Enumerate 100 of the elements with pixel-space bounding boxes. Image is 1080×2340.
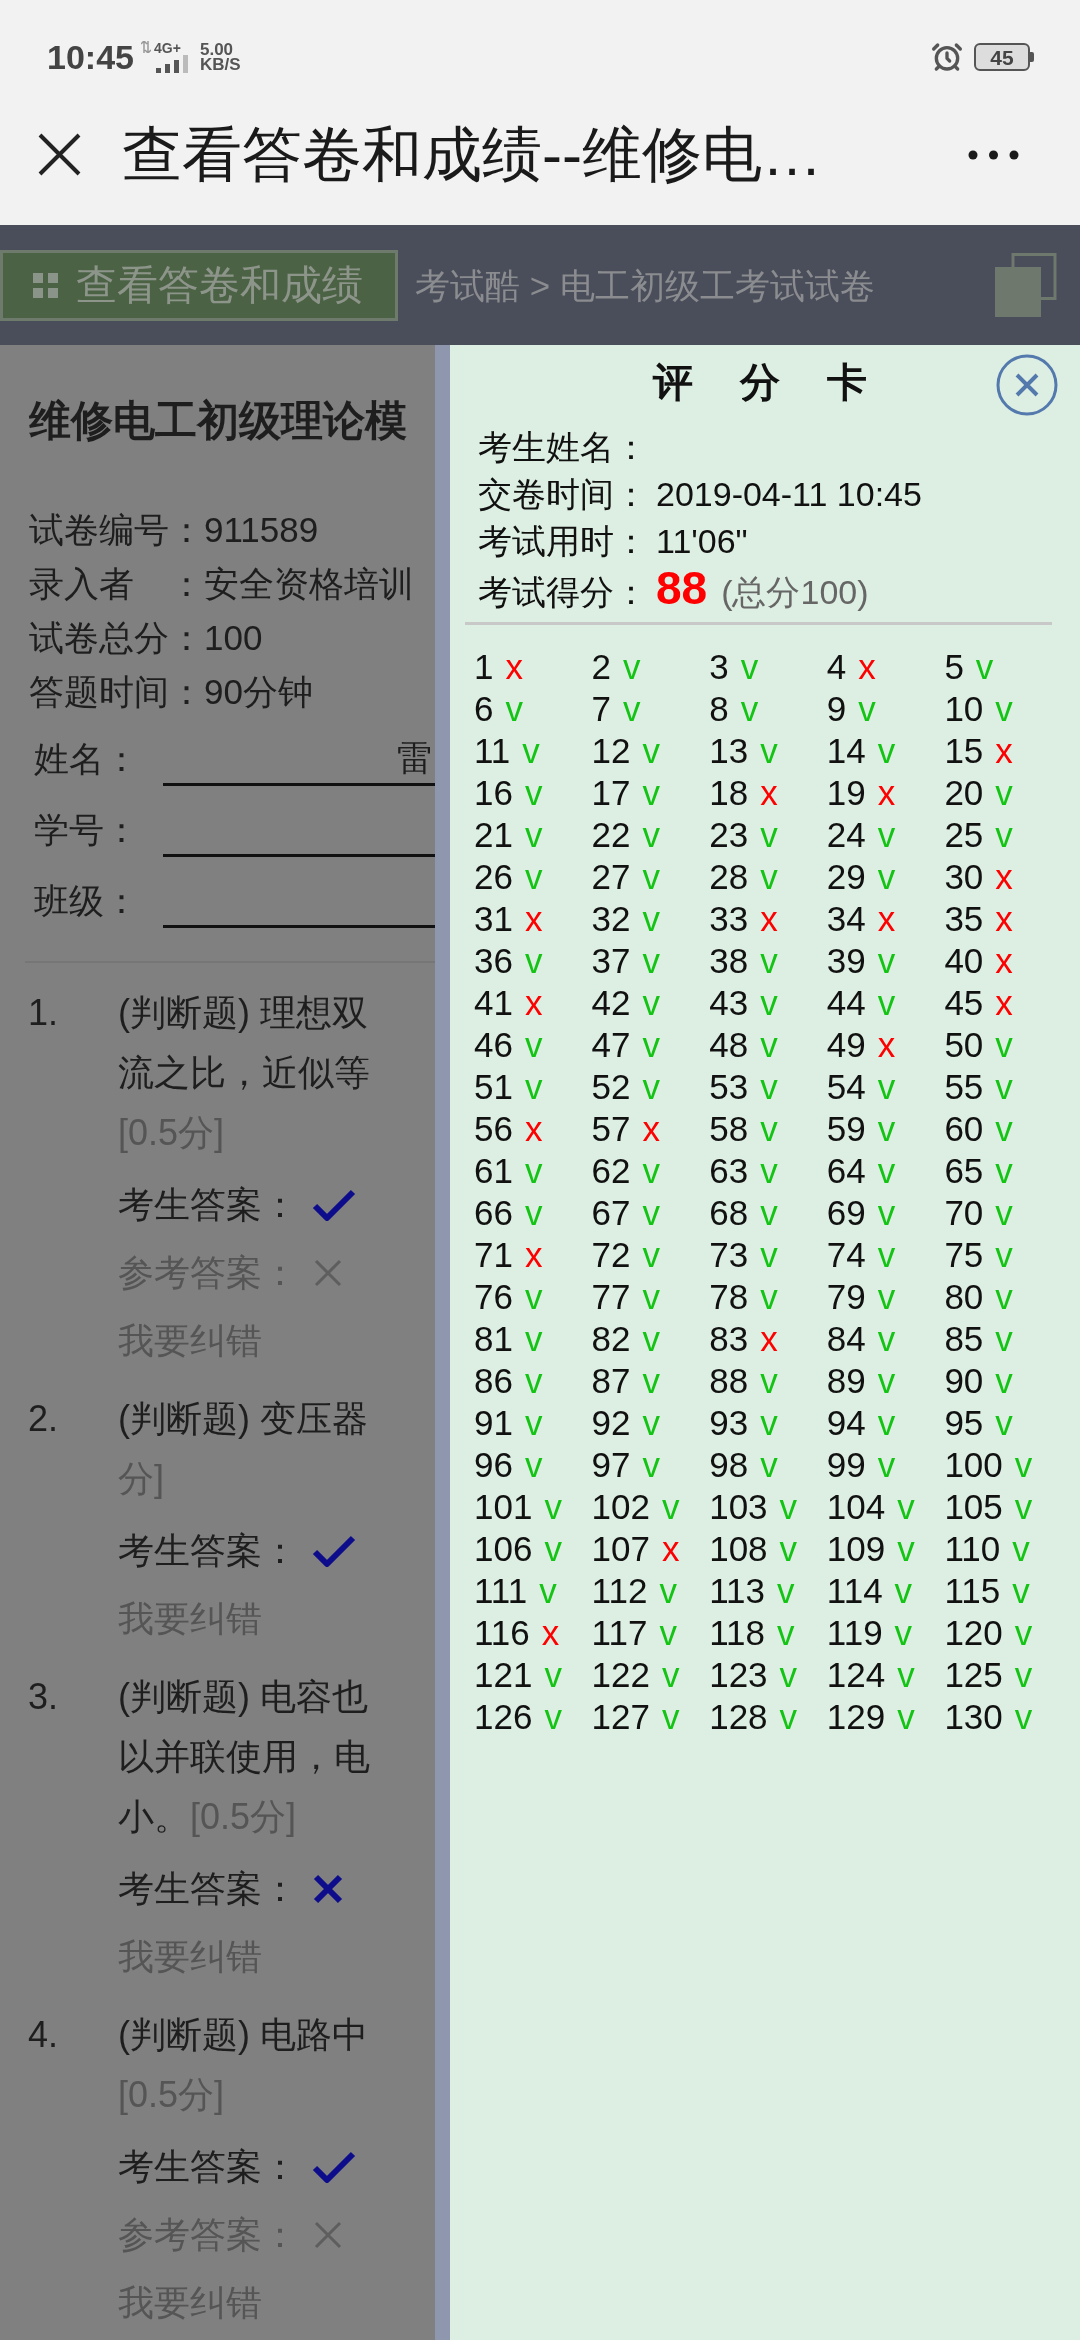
question-number: 58 [709, 1110, 749, 1146]
result-mark: v [740, 690, 759, 726]
question-number: 44 [826, 984, 866, 1020]
view-results-button[interactable]: 查看答卷和成绩 [0, 249, 398, 321]
question-number: 4. [28, 2013, 59, 2057]
question-number: 65 [944, 1152, 984, 1188]
result-mark: v [642, 1362, 661, 1398]
info-label: 录入者 ： [29, 562, 204, 605]
result-mark: v [760, 1446, 778, 1482]
question-number: 94 [826, 1404, 866, 1440]
result-mark: v [1014, 1488, 1033, 1524]
question-number: 81 [474, 1320, 513, 1356]
question-number: 52 [591, 1068, 631, 1104]
result-mark: v [544, 1488, 562, 1524]
question-number: 77 [591, 1278, 631, 1314]
result-mark: v [877, 858, 896, 894]
speed-unit: KB/S [199, 57, 241, 72]
question-number: 122 [591, 1656, 650, 1692]
question-number: 31 [474, 900, 513, 936]
result-mark: v [995, 1362, 1013, 1398]
question-number: 27 [591, 858, 631, 894]
result-mark: v [877, 1152, 896, 1188]
question-number: 125 [944, 1656, 1003, 1692]
result-mark: v [662, 1698, 680, 1734]
question-number: 49 [826, 1026, 866, 1062]
info-value: 100 [204, 616, 263, 659]
result-mark: x [995, 900, 1013, 936]
question-number: 126 [474, 1698, 533, 1734]
question-number: 53 [709, 1068, 749, 1104]
question-number: 12 [591, 732, 631, 768]
question-number: 119 [826, 1614, 883, 1650]
result-mark: v [897, 1530, 915, 1566]
question-number: 21 [474, 816, 513, 852]
question-number: 37 [591, 942, 631, 978]
question-number: 115 [944, 1572, 1001, 1608]
question-number: 50 [944, 1026, 984, 1062]
result-mark: x [995, 984, 1013, 1020]
result-mark: v [760, 816, 778, 852]
question-text: 流之比，近似等 [118, 1051, 370, 1095]
breadcrumb[interactable]: 考试酷 > 电工初级工考试试卷 [415, 267, 875, 303]
question-number: 86 [474, 1362, 513, 1398]
question-number: 117 [591, 1614, 648, 1650]
result-mark: v [642, 1278, 661, 1314]
question-number: 13 [709, 732, 749, 768]
result-mark: v [760, 732, 778, 768]
result-mark: v [642, 1152, 661, 1188]
answer-label: 考生答案： [118, 1529, 298, 1573]
result-mark: v [779, 1530, 798, 1566]
question-number: 62 [591, 1152, 631, 1188]
result-mark: v [995, 774, 1013, 810]
more-icon[interactable] [968, 149, 1019, 160]
question-number: 106 [474, 1530, 533, 1566]
result-mark: v [760, 1026, 778, 1062]
question-number: 67 [591, 1194, 631, 1230]
question-number: 79 [826, 1278, 866, 1314]
score-card-title: 评 分 卡 [652, 359, 886, 406]
result-mark: v [995, 1068, 1013, 1104]
result-mark: v [544, 1698, 562, 1734]
result-mark: v [1012, 1572, 1030, 1608]
summary-value: 2019-04-11 10:45 [656, 475, 922, 513]
answer-label: 考生答案： [118, 2145, 298, 2189]
question-number: 18 [709, 774, 749, 810]
question-number: 103 [709, 1488, 768, 1524]
result-mark: v [995, 1278, 1013, 1314]
result-mark: v [524, 1320, 543, 1356]
summary-label: 考生姓名： [478, 428, 648, 466]
question-number: 87 [591, 1362, 631, 1398]
question-number: 114 [826, 1572, 883, 1608]
result-mark: v [1014, 1656, 1033, 1692]
result-mark: x [642, 1110, 661, 1146]
result-mark: v [524, 1026, 543, 1062]
question-number: 14 [826, 732, 866, 768]
question-number: 45 [944, 984, 984, 1020]
status-time: 10:45 [47, 40, 134, 74]
question-number: 100 [944, 1446, 1003, 1482]
summary-label: 考试用时： [478, 522, 648, 560]
result-mark: v [858, 690, 876, 726]
result-mark: v [642, 774, 661, 810]
signal-icon [153, 55, 190, 73]
info-label: 答题时间： [29, 670, 204, 713]
result-mark: v [524, 1362, 543, 1398]
result-mark: x [858, 648, 876, 684]
result-mark: v [777, 1572, 795, 1608]
result-mark: v [877, 1068, 896, 1104]
result-mark: v [623, 690, 641, 726]
question-number: 124 [826, 1656, 886, 1692]
score-value: 88 [656, 562, 708, 614]
question-number: 75 [944, 1236, 984, 1272]
result-mark: v [524, 942, 543, 978]
question-number: 74 [826, 1236, 866, 1272]
question-number: 16 [474, 774, 513, 810]
question-number: 9 [826, 690, 847, 726]
question-number: 105 [944, 1488, 1003, 1524]
result-mark: v [877, 942, 896, 978]
result-mark: v [642, 732, 661, 768]
close-icon[interactable] [38, 133, 81, 176]
result-mark: v [760, 1278, 778, 1314]
question-number: 110 [944, 1530, 1001, 1566]
result-mark: v [642, 1026, 661, 1062]
info-value: 911589 [204, 508, 319, 551]
